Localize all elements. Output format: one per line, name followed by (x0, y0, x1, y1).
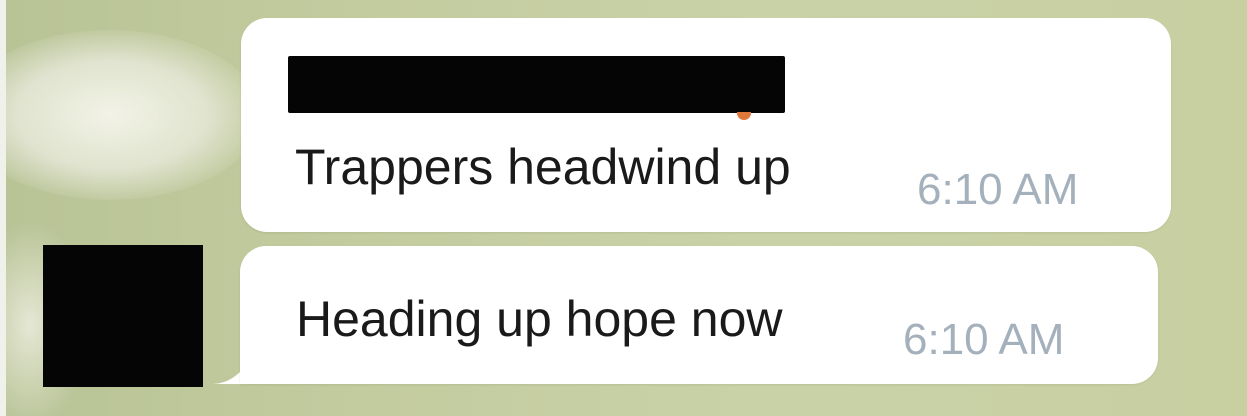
message-timestamp: 6:10 AM (917, 165, 1079, 214)
name-underline-fragment (737, 112, 751, 120)
message-bubble[interactable]: Trappers headwind up 6:10 AM (241, 18, 1171, 232)
window-edge (0, 0, 6, 416)
message-bubble[interactable]: Heading up hope now 6:10 AM (240, 246, 1158, 384)
background-pattern (0, 30, 260, 200)
message-timestamp: 6:10 AM (903, 315, 1065, 364)
message-text: Trappers headwind up (295, 139, 791, 195)
message-text: Heading up hope now (296, 291, 783, 347)
avatar[interactable] (43, 245, 203, 387)
sender-name-redacted[interactable] (288, 56, 785, 113)
